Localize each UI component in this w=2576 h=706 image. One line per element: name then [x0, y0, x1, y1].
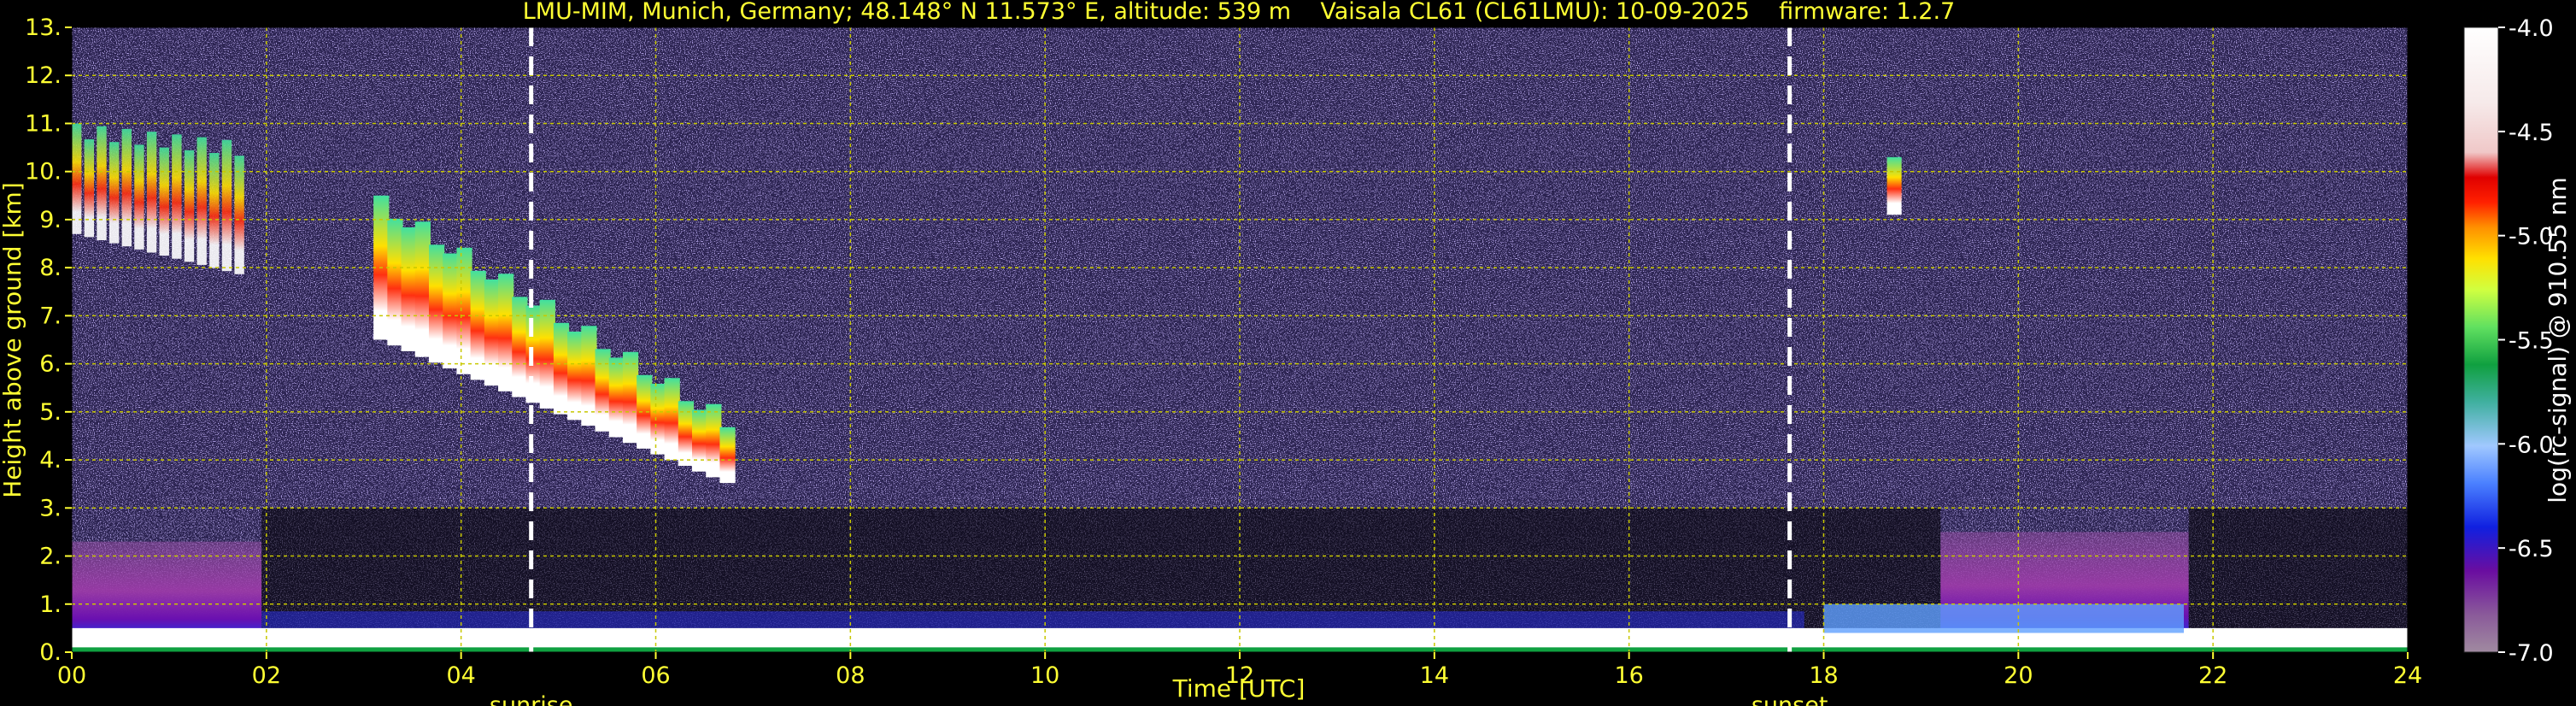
y-axis-ticks: 0.1.2.3.4.5.6.7.8.9.10.11.12.13.: [25, 15, 72, 666]
evening-blue-layer: [1823, 603, 2184, 633]
y-tick-label: 3.: [39, 495, 62, 521]
cirrus-streak: [221, 139, 232, 272]
y-tick-label: 2.: [39, 544, 62, 570]
colorbar-tick-label: -6.5: [2509, 536, 2554, 562]
y-tick-label: 9.: [39, 207, 62, 233]
x-tick-label: 22: [2198, 662, 2227, 689]
descending-cloud-streak: [719, 427, 736, 484]
chart-title: LMU-MIM, Munich, Germany; 48.148° N 11.5…: [523, 0, 1956, 25]
cirrus-streak: [209, 153, 220, 268]
y-tick-label: 6.: [39, 351, 62, 378]
cirrus-streak: [121, 128, 132, 247]
late-night-low-signal: [2188, 508, 2408, 633]
descending-cloud-streak: [678, 401, 695, 466]
x-tick-label: 02: [252, 662, 281, 689]
x-tick-label: 14: [1420, 662, 1449, 689]
descending-cloud-streak: [664, 378, 680, 461]
sun-labels: sunrise sunset: [490, 692, 1828, 706]
cirrus-streak: [234, 156, 244, 274]
x-tick-label: 04: [446, 662, 475, 689]
descending-cloud-streak: [691, 409, 708, 472]
x-tick-label: 20: [2004, 662, 2033, 689]
x-tick-label: 18: [1809, 662, 1838, 689]
cirrus-streak: [197, 137, 207, 265]
descending-cloud-streak: [706, 403, 722, 478]
x-axis-label: Time [UTC]: [1172, 674, 1306, 703]
cirrus-streak: [72, 123, 82, 234]
lidar-chart: 0.1.2.3.4.5.6.7.8.9.10.11.12.13. 00 02 04 0…: [0, 0, 2572, 706]
descending-cloud-streak: [567, 331, 584, 421]
sunrise-label: sunrise: [490, 692, 573, 706]
x-tick-label: 16: [1614, 662, 1643, 689]
cirrus-streak: [109, 142, 120, 244]
descending-cloud-streak: [595, 349, 611, 432]
y-tick-label: 1.: [39, 591, 62, 618]
y-tick-label: 4.: [39, 447, 62, 474]
colorbar-tick-label: -7.0: [2509, 640, 2554, 667]
cirrus-streak: [184, 150, 195, 262]
cirrus-streak: [97, 126, 107, 241]
descending-cloud-streak: [553, 322, 570, 415]
y-tick-label: 10.: [25, 159, 62, 185]
lidar-figure: 0. 1. 2. 3. 4. 5. 6. 7. 8. 9. 10. 11. 12. 13. 00 02 04 0…: [0, 0, 2576, 706]
colorbar-tick-label: -4.0: [2509, 15, 2554, 42]
y-tick-label: 12.: [25, 62, 62, 89]
cirrus-streak: [172, 134, 182, 259]
descending-cloud-streak: [637, 374, 653, 449]
descending-cloud-streak: [484, 279, 501, 386]
y-tick-label: 13.: [25, 15, 62, 41]
y-axis-label: Height above ground [km]: [0, 182, 26, 498]
descending-cloud-streak: [608, 357, 625, 438]
x-tick-label: 24: [2393, 662, 2422, 689]
descending-cloud-streak: [414, 221, 431, 357]
descending-cloud-streak: [456, 247, 472, 374]
cirrus-streak: [159, 147, 169, 256]
x-tick-label: 10: [1030, 662, 1059, 689]
small-cloud: [1887, 156, 1902, 215]
descending-cloud-streak: [498, 274, 514, 391]
y-tick-label: 5.: [39, 399, 62, 426]
cirrus-streak: [146, 132, 157, 253]
colorbar-label: log(rc-signal) @ 910.55 nm: [2544, 177, 2572, 503]
descending-cloud-streak: [525, 305, 542, 403]
x-tick-label: 08: [836, 662, 865, 689]
x-tick-label: 06: [641, 662, 670, 689]
cirrus-streak: [84, 138, 95, 238]
descending-cloud-streak: [512, 297, 528, 397]
descending-cloud-streak: [387, 218, 403, 346]
descending-cloud-streak: [428, 244, 445, 363]
x-tick-label: 00: [57, 662, 86, 689]
y-tick-label: 8.: [39, 255, 62, 281]
sunset-label: sunset: [1752, 692, 1828, 706]
descending-cloud-streak: [581, 326, 597, 427]
cirrus-streak: [134, 144, 144, 250]
y-tick-label: 11.: [25, 110, 62, 137]
colorbar-tick-label: -4.5: [2509, 120, 2554, 146]
y-tick-label: 7.: [39, 303, 62, 329]
descending-cloud-streak: [401, 227, 417, 351]
descending-cloud-streak: [622, 351, 639, 444]
descending-cloud-streak: [650, 383, 666, 455]
colorbar: [2463, 26, 2499, 653]
descending-cloud-streak: [443, 253, 459, 369]
